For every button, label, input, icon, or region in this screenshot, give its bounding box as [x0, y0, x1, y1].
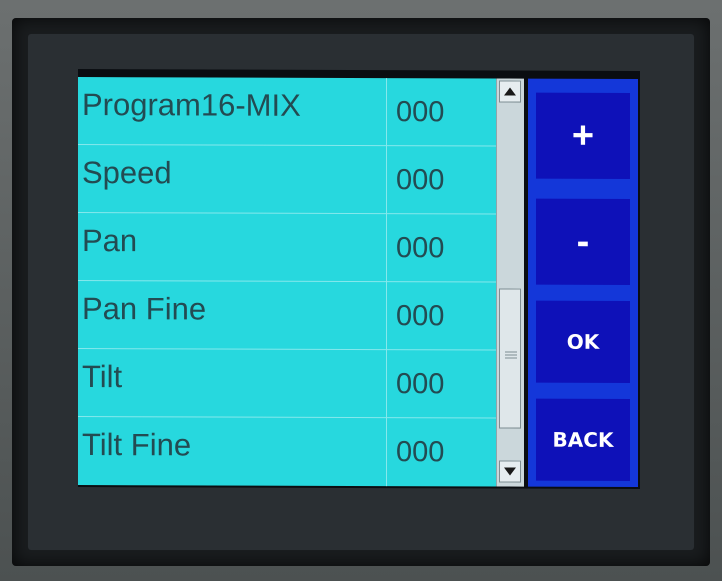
arrow-down-icon — [504, 463, 516, 481]
list-item-label: Speed — [82, 155, 172, 191]
list-item-value[interactable]: 000 — [396, 96, 444, 129]
list-item-label: Pan Fine — [82, 291, 207, 327]
scrollbar-thumb[interactable] — [499, 288, 521, 429]
list-item-value[interactable]: 000 — [396, 232, 444, 265]
vertical-scrollbar[interactable] — [496, 78, 524, 487]
list-item-value[interactable]: 000 — [396, 436, 444, 469]
list-item-value[interactable]: 000 — [396, 368, 444, 401]
control-panel: + - OK BACK — [528, 78, 638, 487]
scroll-up-button[interactable] — [499, 80, 521, 103]
list-item[interactable]: Pan 000 — [78, 213, 496, 283]
grip-icon — [505, 351, 517, 360]
touch-screen: Program16-MIX 000 Speed 000 Pan 000 Pan … — [78, 69, 640, 489]
arrow-up-icon — [504, 83, 516, 101]
list-item[interactable]: Program16-MIX 000 — [78, 77, 496, 147]
ok-button[interactable]: OK — [536, 300, 630, 383]
settings-list: Program16-MIX 000 Speed 000 Pan 000 Pan … — [78, 77, 496, 487]
list-item-label: Tilt — [82, 359, 123, 395]
list-item[interactable]: Tilt Fine 000 — [78, 417, 496, 486]
scroll-down-button[interactable] — [499, 460, 521, 483]
list-item-label: Pan — [82, 223, 138, 259]
list-item[interactable]: Speed 000 — [78, 145, 496, 215]
list-item-label: Program16-MIX — [82, 87, 301, 123]
list-item[interactable]: Tilt 000 — [78, 349, 496, 419]
increment-button[interactable]: + — [536, 92, 630, 179]
list-item-value[interactable]: 000 — [396, 164, 444, 197]
list-item[interactable]: Pan Fine 000 — [78, 281, 496, 351]
decrement-button[interactable]: - — [536, 198, 630, 285]
back-button[interactable]: BACK — [536, 398, 630, 481]
list-item-label: Tilt Fine — [82, 427, 192, 463]
list-item-value[interactable]: 000 — [396, 300, 444, 333]
